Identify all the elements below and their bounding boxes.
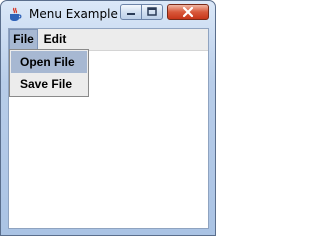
- minimize-button[interactable]: [120, 4, 142, 20]
- application-window: Menu Example File Edit Open File Save Fi…: [0, 0, 216, 236]
- close-icon: [182, 6, 194, 18]
- file-menu-popup: Open File Save File: [9, 49, 89, 97]
- menu-item-save-file[interactable]: Save File: [11, 73, 87, 95]
- menu-file[interactable]: File: [9, 29, 38, 50]
- minimize-icon: [127, 13, 135, 15]
- window-title: Menu Example: [29, 7, 118, 21]
- menu-edit[interactable]: Edit: [40, 29, 70, 50]
- maximize-icon: [147, 7, 157, 16]
- java-cup-icon[interactable]: [8, 7, 22, 22]
- menu-item-open-file[interactable]: Open File: [11, 51, 87, 73]
- menu-bar: File Edit: [9, 29, 208, 51]
- content-area: File Edit Open File Save File: [8, 28, 209, 229]
- maximize-button[interactable]: [141, 4, 163, 20]
- close-button[interactable]: [167, 4, 209, 20]
- title-bar[interactable]: Menu Example: [1, 1, 215, 27]
